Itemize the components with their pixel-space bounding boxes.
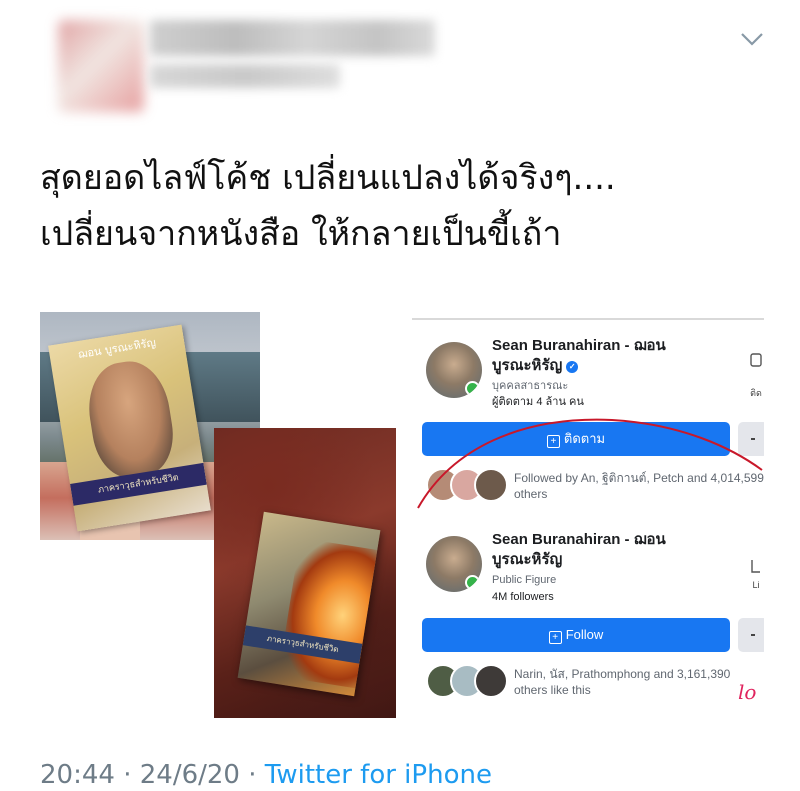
tweet-date[interactable]: 24/6/20 (140, 760, 240, 790)
facebook-screenshot[interactable]: Sean Buranahiran - ฌอน บูรณะหิรัญ ✓ บุคคล… (412, 318, 764, 718)
avatar[interactable] (58, 20, 144, 112)
tweet-source-link[interactable]: Twitter for iPhone (265, 760, 492, 790)
username-blurred (150, 64, 340, 88)
tweet-footer: 20:44 · 24/6/20 · Twitter for iPhone (40, 760, 492, 790)
tweet-text: สุดยอดไลฟ์โค้ช เปลี่ยนแปลงได้จริงๆ.... เ… (40, 150, 780, 262)
tweet-time[interactable]: 20:44 (40, 760, 115, 790)
display-name-blurred[interactable] (150, 20, 435, 56)
tweet-text-line-1: สุดยอดไลฟ์โค้ช เปลี่ยนแปลงได้จริงๆ.... (40, 158, 616, 198)
corner-text: lo (738, 680, 757, 704)
separator: · (123, 760, 132, 790)
tweet-text-line-2: เปลี่ยนจากหนังสือ ให้กลายเป็นขี้เถ้า (40, 214, 562, 254)
red-annotation-arc (417, 418, 763, 509)
book-cover: ฌอน บูรณะหิรัญ ภาคราวุธสำหรับชีวิต (48, 324, 211, 532)
separator: · (248, 760, 257, 790)
chevron-down-icon[interactable] (738, 28, 766, 50)
